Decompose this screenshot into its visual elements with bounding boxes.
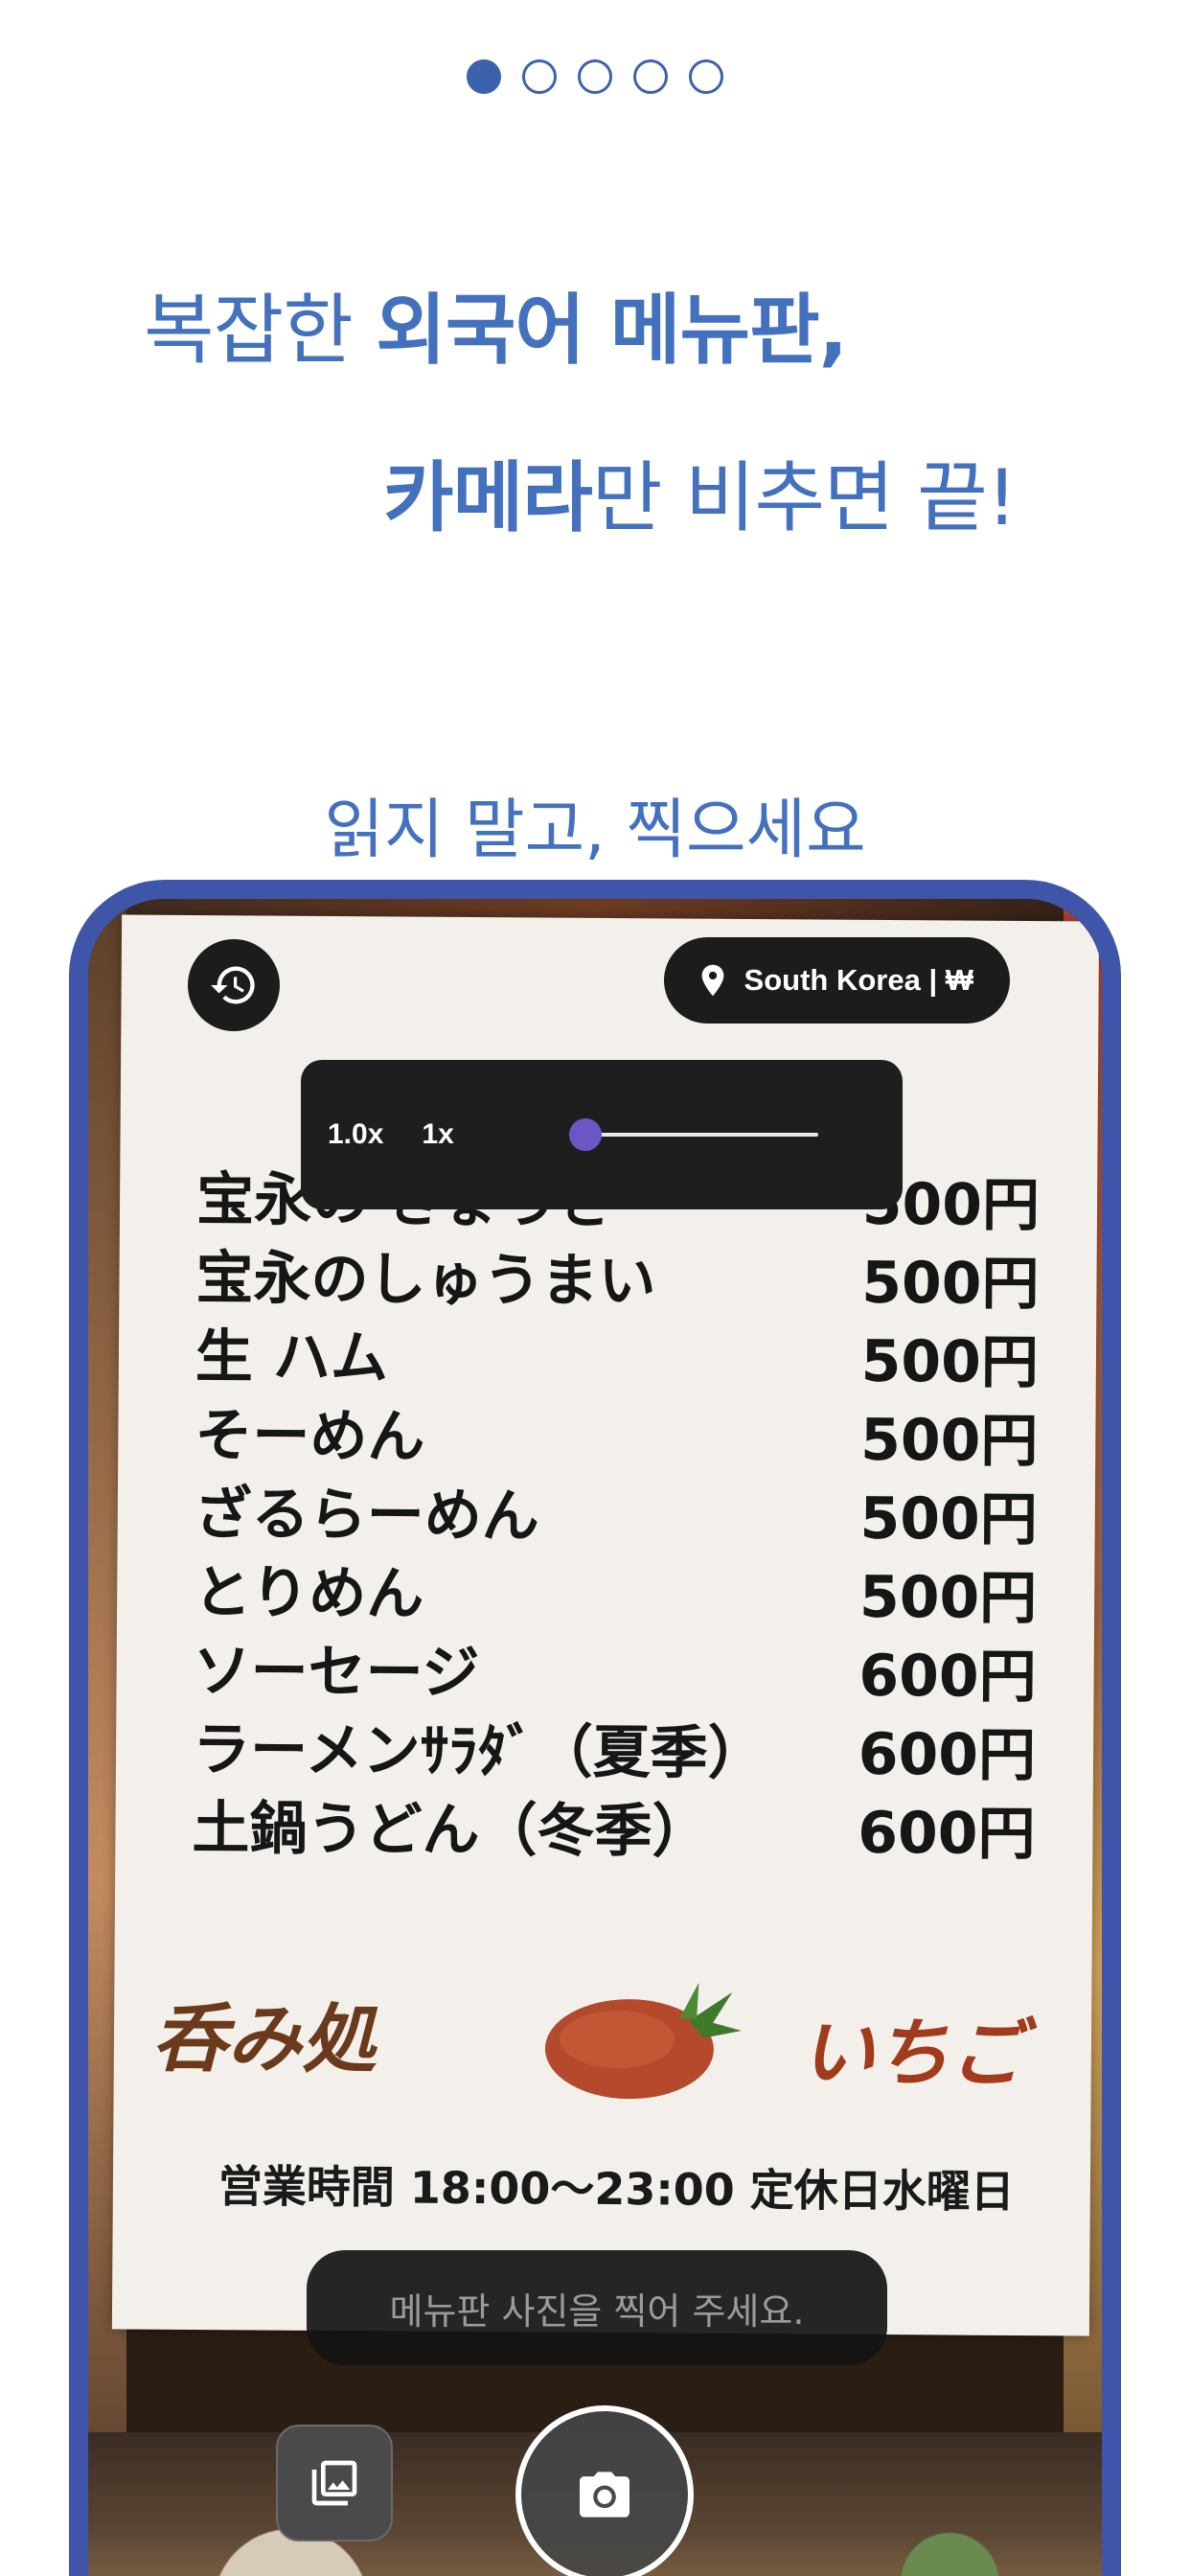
shop-banner: 呑み処 いちご xyxy=(151,1960,1054,2100)
menu-item: そーめん 500円 xyxy=(195,1391,1039,1475)
menu-item-price: 500円 xyxy=(858,1563,1038,1632)
menu-item: ソーセージ 600円 xyxy=(193,1626,1037,1711)
zoom-control: 1.0x 1x xyxy=(301,1060,903,1209)
page-dot-5[interactable] xyxy=(689,59,723,94)
headline-line-2: 카메라만 비추면 끝! xyxy=(0,436,1190,547)
phone-mockup: 宝永の ぎょうざ500円 宝永のしゅうまい500円 生 ハム500円 そーめん5… xyxy=(69,880,1121,2576)
shutter-button[interactable] xyxy=(515,2405,694,2576)
menu-item: 生 ハム 500円 xyxy=(195,1312,1040,1396)
menu-list: 宝永の ぎょうざ500円 宝永のしゅうまい500円 生 ハム500円 そーめん5… xyxy=(192,1155,1040,1868)
zoom-slider[interactable] xyxy=(569,1118,818,1151)
menu-item-price: 500円 xyxy=(859,1406,1039,1475)
menu-item: 宝永のしゅうまい 500円 xyxy=(195,1233,1040,1318)
gallery-icon xyxy=(311,2460,357,2506)
menu-item: ざるらーめん 500円 xyxy=(195,1469,1039,1553)
business-hours: 営業時間 18:00〜23:00 定休日水曜日 xyxy=(217,2160,1015,2218)
strawberry-image xyxy=(544,1982,743,2100)
history-button[interactable] xyxy=(188,939,280,1031)
menu-item-price: 500円 xyxy=(860,1327,1040,1396)
menu-item: とりめん 500円 xyxy=(194,1548,1038,1632)
shop-name-right: いちご xyxy=(799,2009,1025,2099)
menu-item-name: ソーセージ xyxy=(193,1637,480,1707)
headline-line-2-bold: 카메라 xyxy=(383,453,593,542)
menu-item-price: 600円 xyxy=(858,1642,1037,1711)
camera-icon xyxy=(580,2472,629,2518)
headline-line-1-regular: 복잡한 xyxy=(144,286,377,375)
page-dot-1[interactable] xyxy=(467,59,501,94)
menu-item-price: 600円 xyxy=(858,1799,1036,1868)
menu-item-price: 500円 xyxy=(859,1484,1039,1553)
camera-preview: 宝永の ぎょうざ500円 宝永のしゅうまい500円 生 ハム500円 そーめん5… xyxy=(88,899,1102,2576)
menu-item-name: 宝永のしゅうまい xyxy=(195,1244,656,1315)
headline-line-1: 복잡한 외국어 메뉴판, xyxy=(0,268,1190,380)
menu-item-name: そーめん xyxy=(195,1401,425,1471)
capture-hint: 메뉴판 사진을 찍어 주세요. xyxy=(307,2250,887,2365)
zoom-slider-knob[interactable] xyxy=(569,1118,602,1151)
shop-name-left: 呑み処 xyxy=(151,1994,378,2084)
menu-item-name: ざるらーめん xyxy=(194,1480,540,1551)
menu-item: ラーメンｻﾗﾀﾞ（夏季） 600円 xyxy=(193,1705,1037,1789)
location-pin-icon xyxy=(701,964,723,997)
page-dot-3[interactable] xyxy=(578,59,612,94)
menu-item-name: とりめん xyxy=(193,1558,424,1628)
menu-item-name: 土鍋うどん（冬季） xyxy=(192,1794,710,1866)
page-dot-4[interactable] xyxy=(633,59,668,94)
zoom-current-value: 1.0x xyxy=(328,1118,384,1150)
page-dot-2[interactable] xyxy=(522,59,557,94)
menu-item: 土鍋うどん（冬季） 600円 xyxy=(192,1783,1036,1868)
menu-item-name: ラーメンｻﾗﾀﾞ（夏季） xyxy=(192,1715,766,1787)
menu-item-price: 600円 xyxy=(858,1720,1037,1789)
page-indicator xyxy=(0,59,1190,94)
location-label: South Korea | ₩ xyxy=(744,963,973,997)
gallery-button[interactable] xyxy=(276,2425,393,2542)
menu-item-price: 500円 xyxy=(861,1249,1040,1318)
menu-item-name: 生 ハム xyxy=(195,1322,389,1392)
headline-line-2-regular: 만 비추면 끝! xyxy=(591,453,1018,542)
zoom-base-value: 1x xyxy=(422,1118,454,1150)
location-currency-selector[interactable]: South Korea | ₩ xyxy=(663,937,1010,1024)
headline-line-1-bold: 외국어 메뉴판, xyxy=(376,286,848,375)
history-icon xyxy=(211,966,255,1004)
subheadline: 읽지 말고, 찍으세요 xyxy=(324,793,866,868)
